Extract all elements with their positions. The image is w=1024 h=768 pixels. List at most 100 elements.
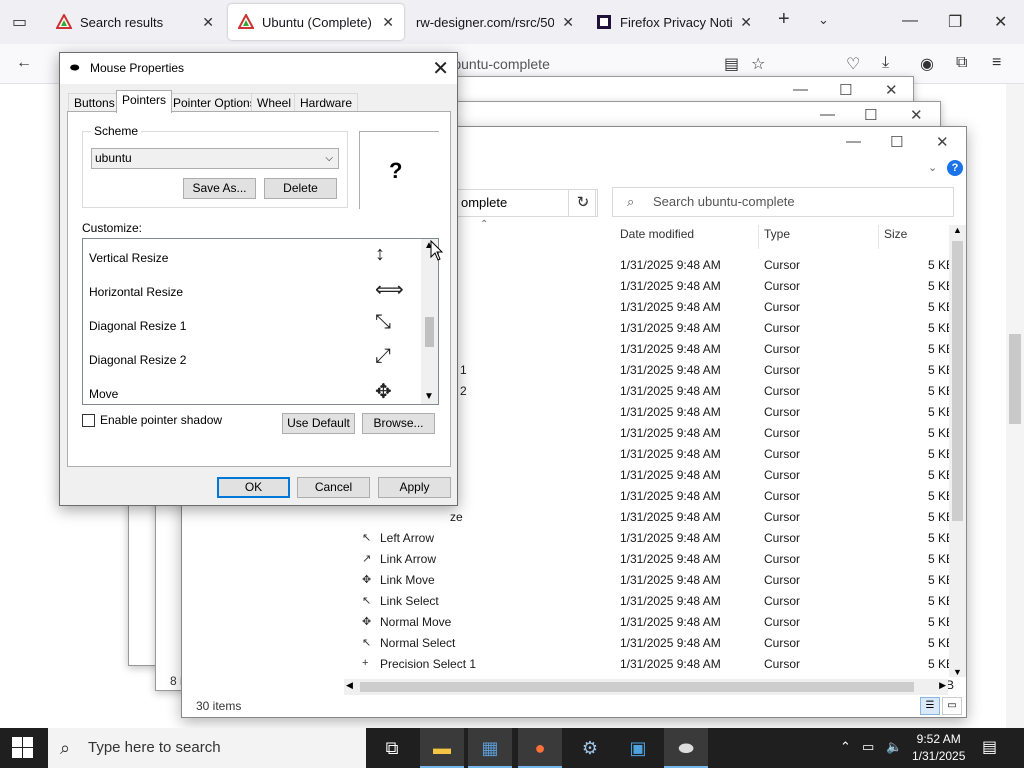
column-type[interactable]: Type (764, 227, 790, 241)
close-icon[interactable]: ✕ (936, 133, 949, 151)
taskbar-search-input[interactable]: ⌕ Type here to search (48, 728, 366, 768)
tab-pointer-options[interactable]: Pointer Options (167, 93, 262, 112)
scroll-down-icon[interactable]: ▼ (953, 667, 962, 677)
cursor-list-item[interactable]: Diagonal Resize 2 ⤢ (89, 341, 409, 375)
cancel-button[interactable]: Cancel (297, 477, 370, 498)
tab-pointers[interactable]: Pointers (116, 90, 173, 113)
tab-buttons[interactable]: Buttons (68, 93, 121, 112)
file-row[interactable]: + Precision Select 1 1/31/2025 9:48 AM Curs… (182, 654, 954, 675)
ok-button[interactable]: OK (217, 477, 290, 498)
mouse-properties-taskbar-icon[interactable]: ⬬ (664, 728, 708, 768)
notifications-icon[interactable]: ▤ (982, 737, 997, 757)
volume-muted-icon[interactable]: 🔈 (886, 739, 902, 755)
file-row[interactable]: ↖ Left Arrow 1/31/2025 9:48 AM Cursor 5 KB (182, 528, 954, 549)
apply-button[interactable]: Apply (378, 477, 451, 498)
search-input[interactable]: ⌕ Search ubuntu-complete (612, 187, 954, 217)
tab-overview-icon[interactable]: ▭ (12, 12, 27, 32)
control-panel-taskbar-icon[interactable]: ▣ (616, 728, 660, 768)
explorer-window-taskbar-icon[interactable]: ▦ (468, 728, 512, 768)
menu-icon[interactable]: ≡ (992, 54, 1001, 72)
restore-icon[interactable]: ❐ (948, 12, 962, 32)
close-window-icon[interactable]: ✕ (994, 12, 1007, 32)
network-icon[interactable]: ▭ (862, 739, 874, 755)
close-icon[interactable]: ✕ (382, 14, 394, 31)
close-icon[interactable]: ✕ (910, 106, 923, 124)
scroll-left-icon[interactable]: ◀ (346, 680, 353, 691)
file-list-vertical-scrollbar[interactable]: ▲ ▼ (949, 225, 966, 677)
column-date-modified[interactable]: Date modified (620, 227, 694, 241)
system-clock[interactable]: 9:52 AM 1/31/2025 (912, 731, 965, 765)
file-explorer-taskbar-icon[interactable]: ▬ (420, 728, 464, 768)
browse-button[interactable]: Browse... (362, 413, 435, 434)
column-divider[interactable] (878, 225, 879, 249)
chevron-down-icon[interactable]: ⌄ (818, 12, 829, 28)
file-row[interactable]: ze 1/31/2025 9:48 AM Cursor 5 KB (182, 507, 954, 528)
close-icon[interactable]: ✕ (562, 14, 574, 31)
scroll-right-icon[interactable]: ▶ (939, 680, 946, 691)
mouse-properties-dialog[interactable]: ⬬ Mouse Properties ✕ Buttons Pointers Po… (59, 52, 458, 506)
file-row[interactable]: ↗ Link Arrow 1/31/2025 9:48 AM Cursor 5 KB (182, 549, 954, 570)
tab-wheel[interactable]: Wheel (251, 93, 298, 112)
account-icon[interactable]: ◉ (920, 54, 934, 74)
cursor-list-scrollbar[interactable]: ▲ ▼ (421, 239, 438, 404)
cursor-list-item[interactable]: Vertical Resize ↕ (89, 239, 409, 273)
close-icon[interactable]: ✕ (202, 14, 214, 31)
file-list-horizontal-scrollbar[interactable]: ◀ ▶ (344, 679, 948, 695)
downloads-icon[interactable]: ⤓ (882, 54, 889, 72)
large-icons-view-button[interactable]: ▭ (942, 697, 962, 715)
close-icon[interactable]: ✕ (432, 56, 449, 81)
use-default-button[interactable]: Use Default (282, 413, 355, 434)
minimize-icon[interactable]: — (820, 106, 835, 123)
details-view-button[interactable]: ☰ (920, 697, 940, 715)
settings-taskbar-icon[interactable]: ⚙ (568, 728, 612, 768)
column-size[interactable]: Size (884, 227, 907, 241)
scroll-thumb[interactable] (425, 317, 434, 347)
maximize-icon[interactable]: ☐ (890, 133, 903, 151)
dialog-title-bar[interactable]: ⬬ Mouse Properties ✕ (60, 53, 457, 84)
firefox-taskbar-icon[interactable]: ● (518, 728, 562, 768)
show-hidden-icons-chevron-icon[interactable]: ⌃ (840, 739, 851, 755)
scroll-down-icon[interactable]: ▼ (424, 391, 434, 402)
minimize-icon[interactable]: — (902, 12, 918, 30)
cursor-list-item[interactable]: Horizontal Resize ⟺ (89, 273, 409, 307)
minimize-icon[interactable]: — (846, 133, 861, 150)
maximize-icon[interactable]: ☐ (839, 81, 852, 99)
help-icon[interactable]: ? (947, 160, 963, 176)
pocket-icon[interactable]: ♡ (846, 54, 860, 74)
new-tab-icon[interactable]: + (778, 8, 790, 31)
close-icon[interactable]: ✕ (885, 81, 898, 99)
file-row[interactable]: ↖ Normal Select 1/31/2025 9:48 AM Cursor 5 K… (182, 633, 954, 654)
task-view-icon[interactable]: ⧉ (370, 728, 414, 768)
tab-hardware[interactable]: Hardware (294, 93, 359, 112)
extensions-icon[interactable]: ⧉ (956, 54, 967, 72)
scroll-up-icon[interactable]: ▲ (953, 225, 962, 235)
maximize-icon[interactable]: ☐ (864, 106, 877, 124)
chevron-down-icon[interactable]: ⌄ (928, 161, 937, 174)
scroll-thumb[interactable] (360, 682, 914, 692)
delete-button[interactable]: Delete (264, 178, 337, 199)
save-as-button[interactable]: Save As... (183, 178, 256, 199)
scheme-dropdown[interactable]: ubuntu ⌵ (91, 148, 339, 169)
tab-ubuntu-complete[interactable]: Ubuntu (Complete) Cu ✕ (228, 4, 404, 40)
column-divider[interactable] (758, 225, 759, 249)
bookmark-star-icon[interactable]: ☆ (751, 54, 765, 74)
close-icon[interactable]: ✕ (740, 14, 752, 31)
cursor-list-item[interactable]: Move ✥ (89, 375, 409, 404)
refresh-button[interactable]: ↻ (568, 189, 598, 217)
back-icon[interactable]: ← (16, 54, 32, 72)
scroll-thumb[interactable] (952, 241, 963, 521)
cursor-list[interactable]: Vertical Resize ↕ Horizontal Resize ⟺ Diagon… (82, 238, 439, 405)
file-row[interactable]: ✥ Link Move 1/31/2025 9:48 AM Cursor 5 KB (182, 570, 954, 591)
reader-view-icon[interactable]: ▤ (724, 54, 739, 74)
scroll-thumb[interactable] (1009, 334, 1021, 424)
tab-firefox-privacy[interactable]: Firefox Privacy Notice - ✕ (586, 4, 762, 40)
page-scrollbar[interactable] (1006, 84, 1024, 728)
cursor-list-item[interactable]: Diagonal Resize 1 ⤡ (89, 307, 409, 341)
tab-rw-designer[interactable]: rw-designer.com/rsrc/5073 ✕ (406, 4, 584, 40)
start-button[interactable] (12, 737, 34, 759)
pointer-shadow-checkbox[interactable] (82, 414, 95, 427)
minimize-icon[interactable]: — (793, 81, 808, 98)
file-row[interactable]: ✥ Normal Move 1/31/2025 9:48 AM Cursor 5 KB (182, 612, 954, 633)
file-row[interactable]: ↖ Link Select 1/31/2025 9:48 AM Cursor 5 KB (182, 591, 954, 612)
tab-search-results[interactable]: Search results ✕ (46, 4, 224, 40)
